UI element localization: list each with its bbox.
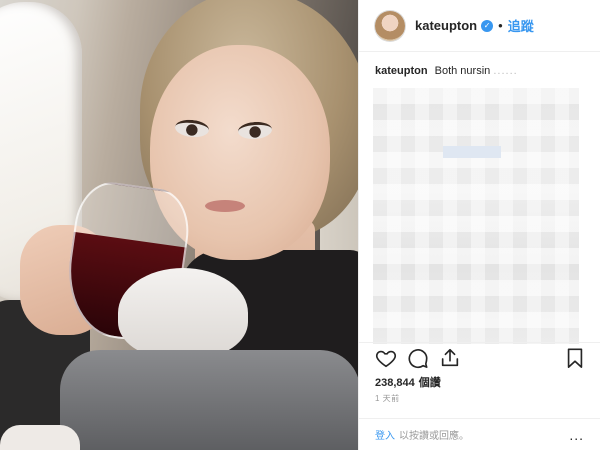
pixelated-comments-area	[373, 88, 579, 344]
comment-prompt: 以按讚或回應。	[399, 431, 469, 442]
share-icon[interactable]	[439, 347, 461, 369]
pixelated-link-fragment	[443, 146, 501, 158]
comment-footer: 登入 以按讚或回應。 ...	[359, 418, 600, 450]
comment-bubble-icon[interactable]	[407, 347, 429, 369]
post-timestamp[interactable]: 1 天前	[375, 393, 400, 404]
lips	[205, 200, 245, 212]
likes-number: 238,844	[375, 377, 415, 389]
baby-hat	[118, 268, 248, 358]
divider	[359, 342, 600, 343]
post-side-panel: kateupton ✓ • 追蹤 kateupton Both nursin .…	[358, 0, 600, 450]
likes-count[interactable]: 238,844 個讚	[375, 374, 441, 390]
caption-faded-text: ......	[493, 65, 518, 77]
header-separator: •	[498, 18, 503, 33]
bookmark-icon[interactable]	[564, 347, 586, 369]
likes-label: 個讚	[418, 377, 441, 389]
caption-username[interactable]: kateupton	[375, 65, 428, 77]
caption-text: Both nursin	[434, 65, 491, 77]
instagram-post: kateupton ✓ • 追蹤 kateupton Both nursin .…	[0, 0, 600, 450]
login-link[interactable]: 登入	[375, 427, 395, 442]
blanket	[0, 425, 80, 450]
header-username[interactable]: kateupton	[415, 18, 477, 33]
verified-badge-icon: ✓	[481, 19, 494, 32]
post-header: kateupton ✓ • 追蹤	[359, 0, 600, 52]
post-photo[interactable]	[0, 0, 358, 450]
action-bar	[375, 346, 586, 370]
avatar[interactable]	[375, 10, 405, 41]
more-options-icon[interactable]: ...	[569, 427, 584, 443]
follow-button[interactable]: 追蹤	[508, 16, 534, 35]
heart-icon[interactable]	[375, 347, 397, 369]
baby-carrier	[60, 350, 358, 450]
caption: kateupton Both nursin ......	[359, 52, 600, 78]
